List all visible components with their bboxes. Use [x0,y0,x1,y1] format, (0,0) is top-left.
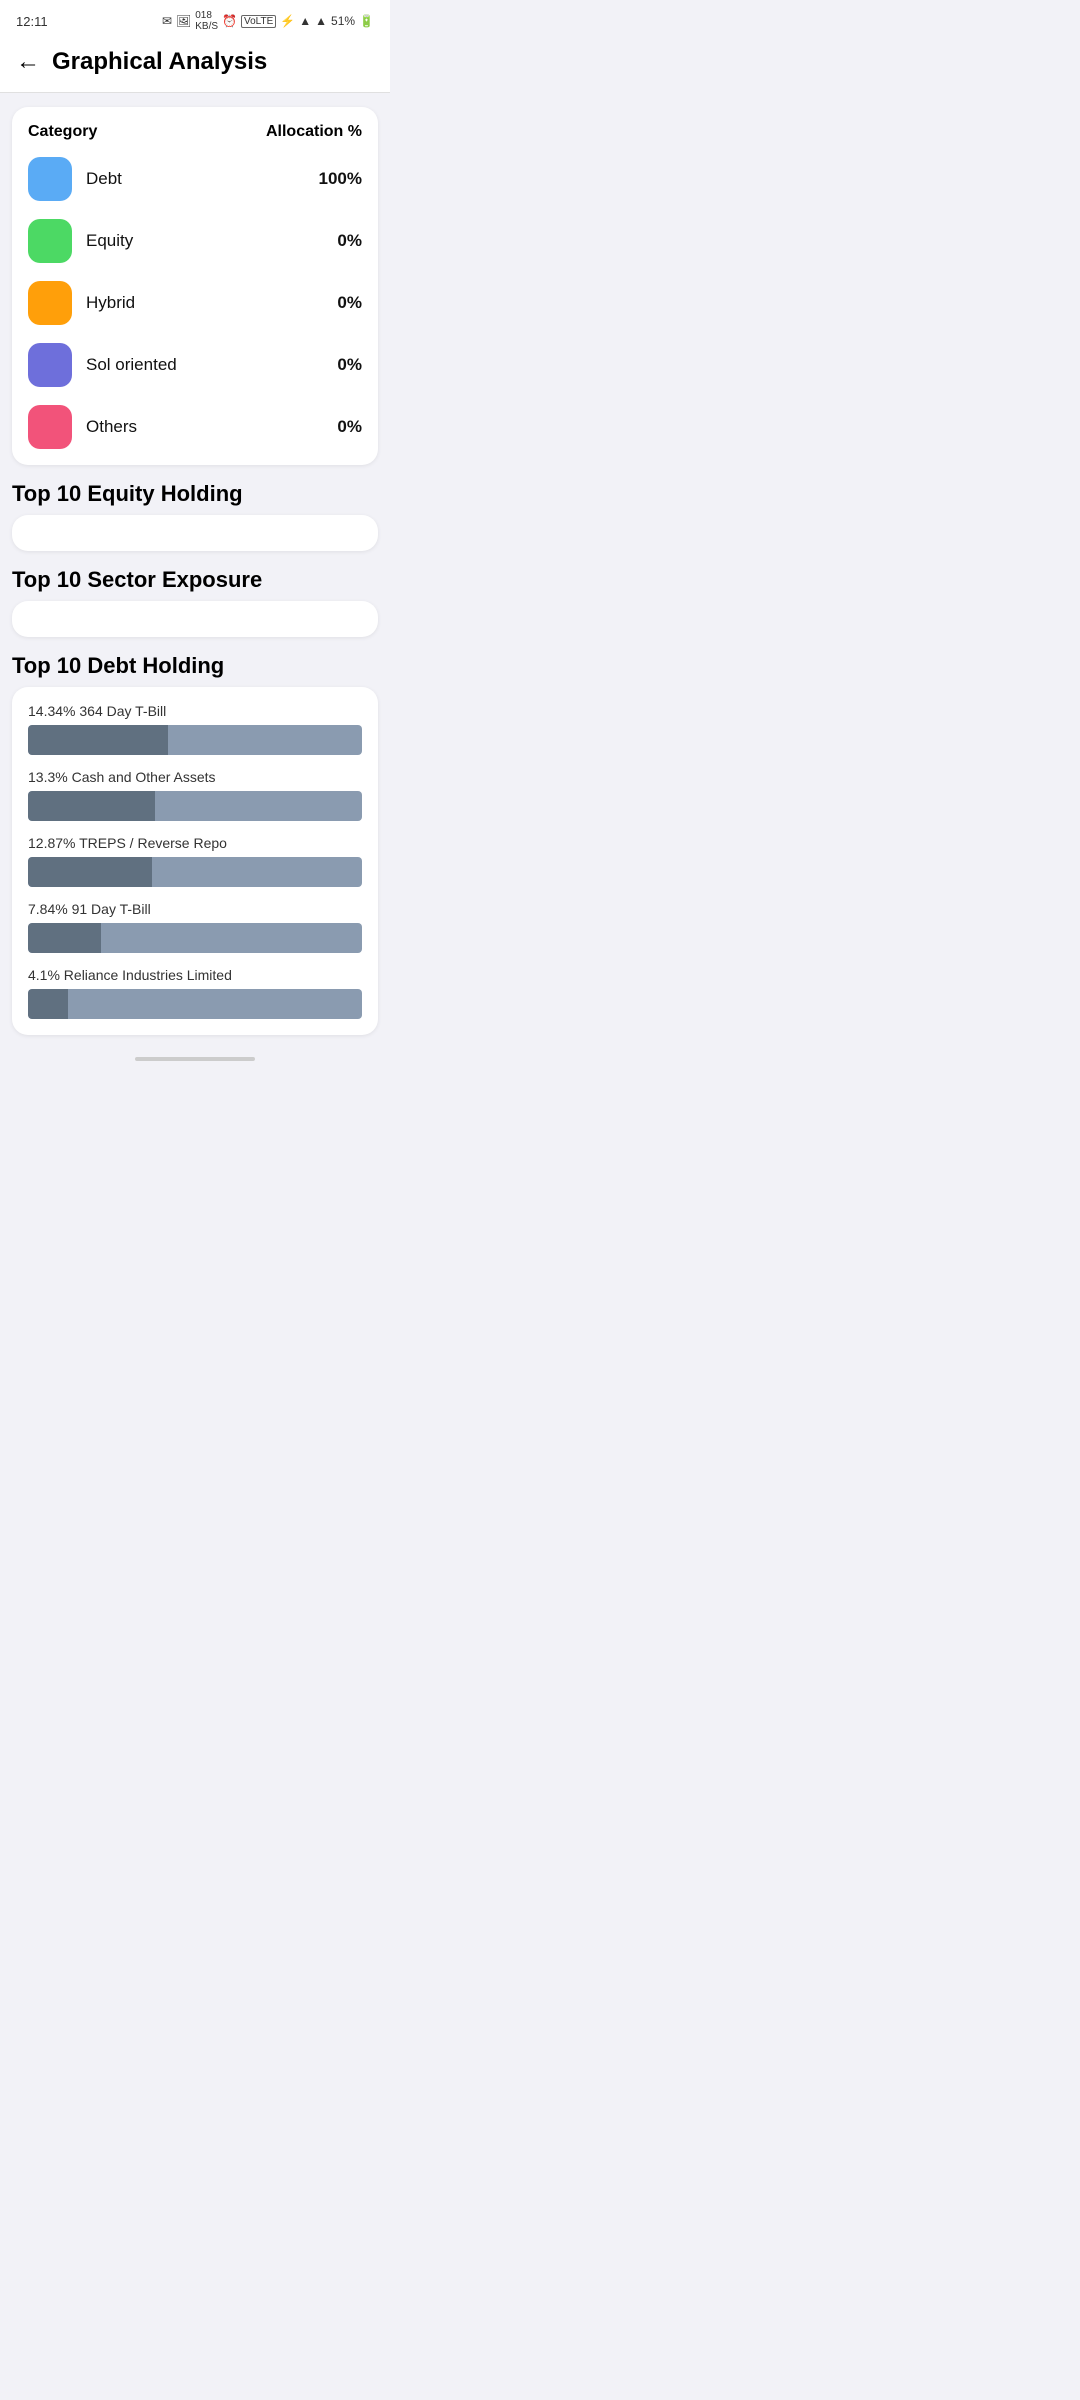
category-color-box [28,405,72,449]
sector-exposure-title: Top 10 Sector Exposure [12,567,378,593]
category-name: Sol oriented [86,355,177,375]
category-row: Equity 0% [28,219,362,263]
signal-icon: ▲ [315,14,327,28]
volte-icon: VoLTE [241,15,276,28]
category-table-header: Category Allocation % [28,123,362,141]
status-time: 12:11 [16,14,48,29]
image-icon: 🖼 [176,14,191,28]
category-left: Debt [28,157,122,201]
holding-bar [28,791,362,821]
scroll-indicator [0,1049,390,1065]
col-category-label: Category [28,123,97,141]
category-allocation-card: Category Allocation % Debt 100% Equity 0… [12,107,378,465]
holding-bar [28,857,362,887]
back-button[interactable]: ← [16,50,40,74]
mail-icon: ✉ [162,14,172,28]
equity-holding-title: Top 10 Equity Holding [12,481,378,507]
category-color-box [28,343,72,387]
category-percent: 0% [337,417,362,437]
holding-item: 4.1% Reliance Industries Limited [28,967,362,1019]
holding-bar [28,923,362,953]
holding-label: 13.3% Cash and Other Assets [28,769,362,785]
equity-holding-section: Top 10 Equity Holding [12,481,378,551]
holding-bar [28,725,362,755]
bar-fill [28,989,68,1019]
category-name: Hybrid [86,293,135,313]
debt-holding-section: Top 10 Debt Holding 14.34% 364 Day T-Bil… [12,653,378,1035]
holding-bar [28,989,362,1019]
category-left: Hybrid [28,281,135,325]
category-left: Equity [28,219,133,263]
category-percent: 0% [337,293,362,313]
header: ← Graphical Analysis [0,38,390,93]
category-row: Hybrid 0% [28,281,362,325]
bluetooth-icon: ⚡ [280,14,295,28]
holding-label: 7.84% 91 Day T-Bill [28,901,362,917]
category-left: Others [28,405,137,449]
sector-exposure-card [12,601,378,637]
bar-fill [28,725,168,755]
col-allocation-label: Allocation % [266,123,362,141]
category-name: Debt [86,169,122,189]
category-name: Equity [86,231,133,251]
bar-fill [28,923,101,953]
category-percent: 0% [337,355,362,375]
holding-label: 4.1% Reliance Industries Limited [28,967,362,983]
category-color-box [28,281,72,325]
category-color-box [28,157,72,201]
equity-holding-card [12,515,378,551]
bar-fill [28,791,155,821]
category-name: Others [86,417,137,437]
category-percent: 100% [319,169,362,189]
category-left: Sol oriented [28,343,177,387]
debt-holding-card: 14.34% 364 Day T-Bill 13.3% Cash and Oth… [12,687,378,1035]
category-color-box [28,219,72,263]
category-rows: Debt 100% Equity 0% Hybrid 0% Sol orient… [28,157,362,449]
holding-label: 14.34% 364 Day T-Bill [28,703,362,719]
sector-exposure-section: Top 10 Sector Exposure [12,567,378,637]
page-title: Graphical Analysis [52,48,267,76]
alarm-icon: ⏰ [222,14,237,28]
category-percent: 0% [337,231,362,251]
category-row: Others 0% [28,405,362,449]
holding-item: 7.84% 91 Day T-Bill [28,901,362,953]
scroll-bar [135,1057,255,1061]
status-bar: 12:11 ✉ 🖼 018KB/S ⏰ VoLTE ⚡ ▲ ▲ 51% 🔋 [0,0,390,38]
status-icons: ✉ 🖼 018KB/S ⏰ VoLTE ⚡ ▲ ▲ 51% 🔋 [162,10,374,32]
debt-holding-title: Top 10 Debt Holding [12,653,378,679]
holding-item: 13.3% Cash and Other Assets [28,769,362,821]
wifi-icon: ▲ [299,14,311,28]
data-speed: 018KB/S [195,10,218,32]
category-row: Debt 100% [28,157,362,201]
main-content: Category Allocation % Debt 100% Equity 0… [0,93,390,1049]
category-row: Sol oriented 0% [28,343,362,387]
holding-label: 12.87% TREPS / Reverse Repo [28,835,362,851]
holding-item: 14.34% 364 Day T-Bill [28,703,362,755]
bar-fill [28,857,152,887]
battery-icon: 🔋 [359,14,374,28]
battery-level: 51% [331,14,355,28]
holding-item: 12.87% TREPS / Reverse Repo [28,835,362,887]
